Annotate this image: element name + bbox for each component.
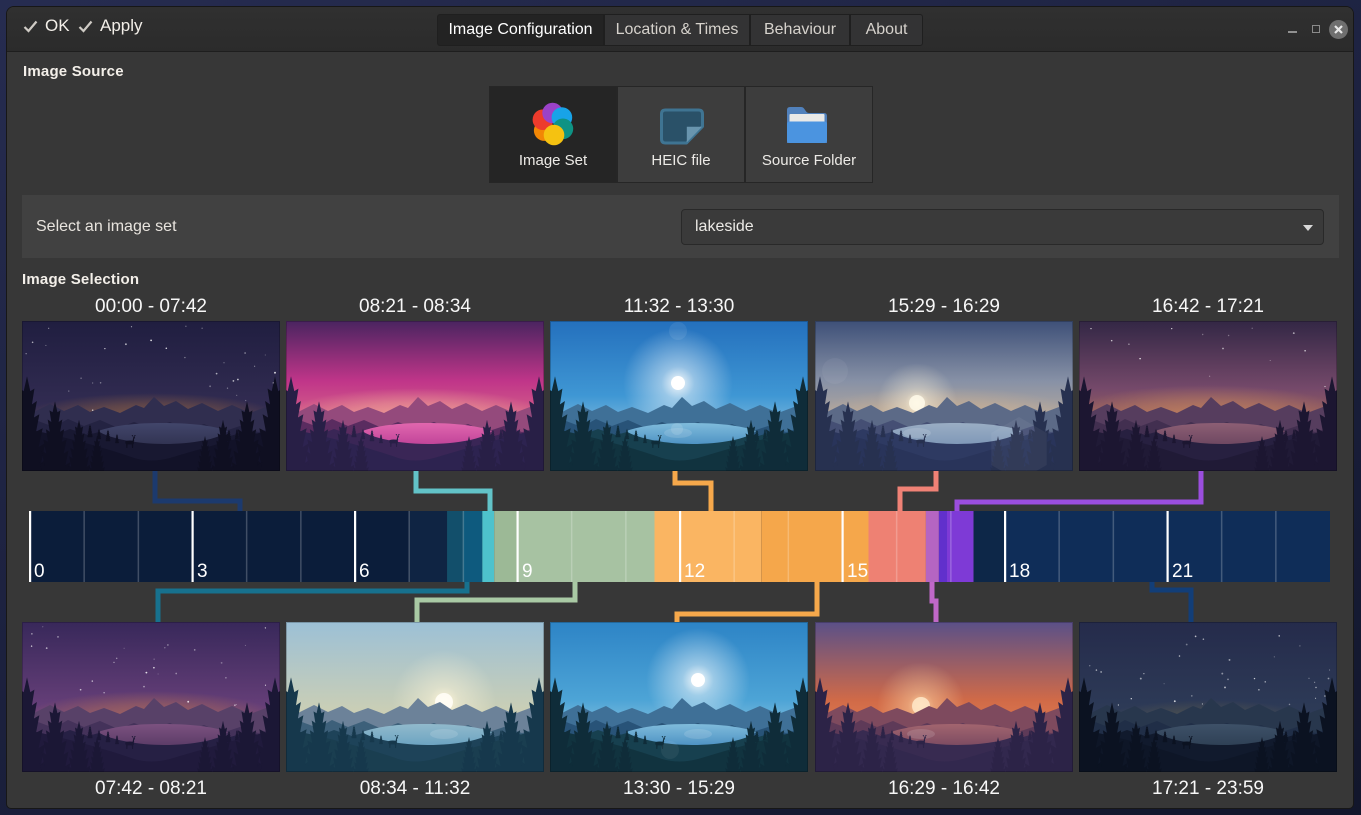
svg-text:12: 12 [684, 561, 705, 582]
svg-text:3: 3 [197, 561, 208, 582]
svg-text:21: 21 [1172, 561, 1193, 582]
svg-text:6: 6 [359, 561, 370, 582]
svg-text:15: 15 [847, 561, 868, 582]
svg-text:0: 0 [34, 561, 45, 582]
svg-text:18: 18 [1009, 561, 1030, 582]
svg-text:9: 9 [522, 561, 533, 582]
